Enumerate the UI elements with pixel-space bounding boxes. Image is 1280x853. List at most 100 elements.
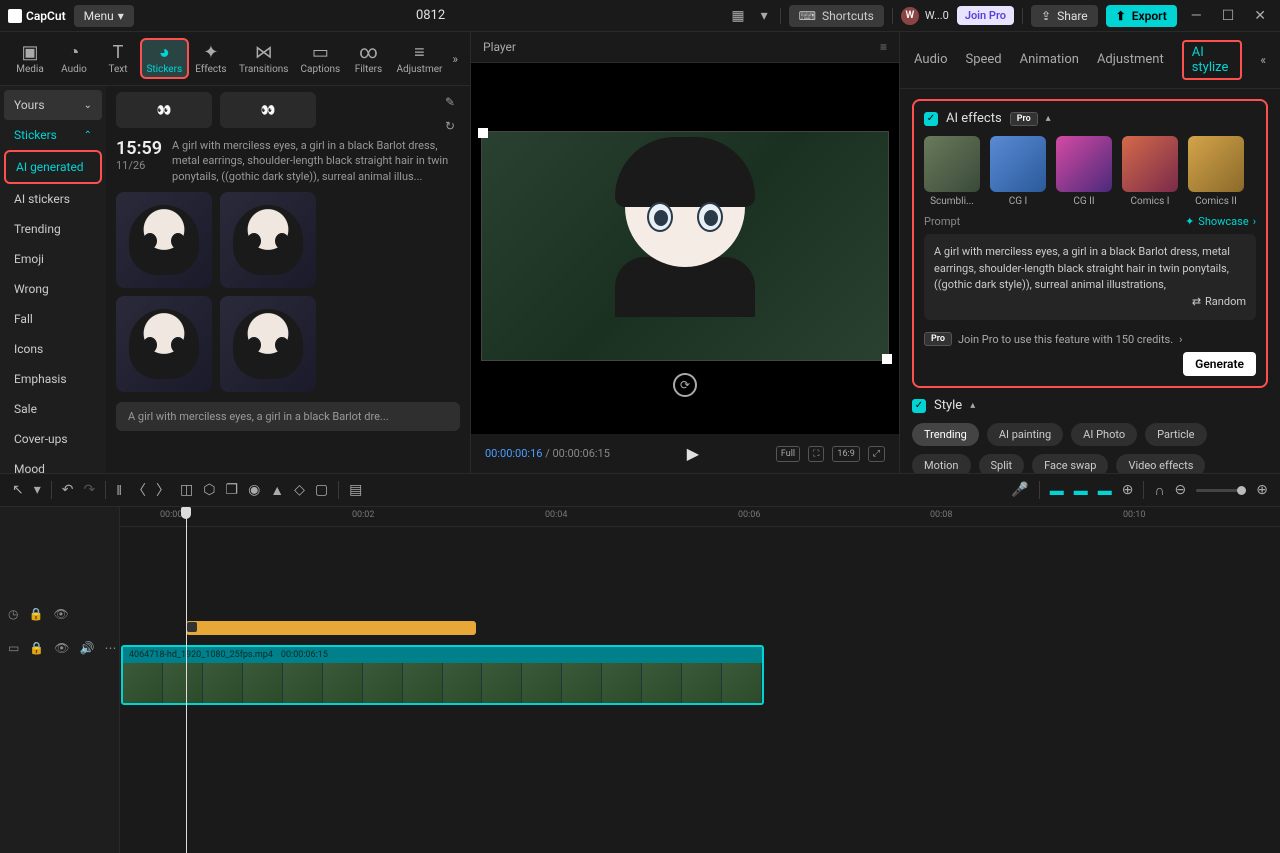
join-pro-button[interactable]: Join Pro	[957, 6, 1014, 25]
split-icon[interactable]: ‖	[116, 482, 122, 499]
tab-animation[interactable]: Animation	[1020, 52, 1079, 69]
mirror-icon[interactable]: ▲	[270, 482, 284, 499]
shield-icon[interactable]: ⬡	[203, 482, 215, 498]
random-button[interactable]: ⇄ Random	[934, 294, 1246, 311]
chip-motion[interactable]: Motion	[912, 454, 971, 473]
link-icon[interactable]: ⊕	[1122, 482, 1134, 498]
lock-icon[interactable]: 🔒	[28, 607, 43, 621]
track-mode-2-icon[interactable]: ▬	[1074, 482, 1088, 499]
more-tools-arrow[interactable]: »	[448, 52, 462, 66]
tool-stickers[interactable]: ◕Stickers	[140, 38, 189, 79]
zoom-slider[interactable]	[1196, 489, 1246, 492]
crop-icon[interactable]: ◫	[180, 482, 193, 498]
undo-icon[interactable]: ↶	[62, 482, 74, 498]
export-button[interactable]: ⬆Export	[1106, 5, 1177, 27]
close-button[interactable]: ✕	[1248, 4, 1272, 28]
cat-cover-ups[interactable]: Cover-ups	[4, 424, 102, 454]
speaker-icon[interactable]: 🔊	[80, 641, 95, 655]
rotate-icon[interactable]: ⟳	[673, 373, 697, 397]
preview-eyes-1[interactable]: 👀	[116, 92, 212, 128]
thumb-3[interactable]	[116, 296, 212, 392]
record-icon[interactable]: ◉	[248, 482, 260, 498]
tab-adjustment[interactable]: Adjustment	[1097, 52, 1164, 69]
eye-icon[interactable]: 👁	[54, 641, 69, 655]
tab-speed[interactable]: Speed	[965, 52, 1001, 69]
user-badge[interactable]: W W...0	[901, 7, 949, 25]
audio-clip[interactable]	[186, 621, 476, 635]
rotate-icon[interactable]: ◇	[294, 482, 305, 498]
timeline-ruler[interactable]: 00:00 00:02 00:04 00:06 00:08 00:10	[120, 507, 1280, 527]
track-mode-1-icon[interactable]: ▬	[1050, 482, 1064, 499]
tool-text[interactable]: TText	[96, 38, 140, 79]
refresh-icon[interactable]: ↻	[468, 316, 470, 336]
chip-video-effects[interactable]: Video effects	[1116, 454, 1205, 473]
style-comics1[interactable]: Comics I	[1122, 136, 1178, 207]
cat-sale[interactable]: Sale	[4, 394, 102, 424]
zoom-out-icon[interactable]: ⊖	[1175, 482, 1187, 498]
voiceover-icon[interactable]: ▤	[349, 482, 362, 498]
chip-particle[interactable]: Particle	[1145, 423, 1206, 446]
thumb-4[interactable]	[220, 296, 316, 392]
prompt-chip[interactable]: A girl with merciless eyes, a girl in a …	[116, 402, 460, 431]
style-cg1[interactable]: CG I	[990, 136, 1046, 207]
cat-emphasis[interactable]: Emphasis	[4, 364, 102, 394]
thumb-1[interactable]	[116, 192, 212, 288]
trim-left-icon[interactable]: 〈	[132, 480, 146, 500]
crop-icon[interactable]: ⛶	[808, 446, 824, 462]
mic-icon[interactable]: 🎤	[1011, 482, 1028, 498]
tool-captions[interactable]: ▭Captions	[294, 38, 346, 79]
chevron-down-icon[interactable]: ▾	[757, 4, 772, 28]
collapse-icon[interactable]: «	[1260, 53, 1266, 67]
cat-stickers[interactable]: Stickers⌃	[4, 120, 102, 150]
chip-trending[interactable]: Trending	[912, 423, 979, 446]
tool-filters[interactable]: ∞Filters	[346, 38, 390, 79]
tool-audio[interactable]: ◔Audio	[52, 38, 96, 79]
ratio-button[interactable]: 16:9	[832, 446, 859, 462]
cat-icons[interactable]: Icons	[4, 334, 102, 364]
playhead[interactable]	[186, 507, 187, 853]
maximize-button[interactable]: ☐	[1216, 4, 1241, 28]
chevron-up-icon[interactable]: ▴	[970, 400, 975, 411]
chip-split[interactable]: Split	[979, 454, 1025, 473]
share-button[interactable]: ⇪Share	[1031, 5, 1098, 27]
chevron-down-icon[interactable]: ▾	[34, 482, 41, 498]
video-canvas[interactable]	[481, 131, 889, 361]
style-scumbli[interactable]: Scumbli...	[924, 136, 980, 207]
preview-eyes-2[interactable]: 👀	[220, 92, 316, 128]
cat-ai-generated[interactable]: AI generated	[4, 150, 102, 184]
trim-right-icon[interactable]: 〉	[156, 480, 170, 500]
style-comics2[interactable]: Comics II	[1188, 136, 1244, 207]
generate-button[interactable]: Generate	[1183, 352, 1256, 376]
eye-icon[interactable]: 👁	[53, 607, 68, 621]
tool-effects[interactable]: ✦Effects	[189, 38, 234, 79]
clock-icon[interactable]: ◷	[8, 607, 18, 621]
style-checkbox[interactable]: ✓	[912, 399, 926, 413]
expand-icon[interactable]: ⤢	[868, 446, 885, 462]
tool-transitions[interactable]: ⋈Transitions	[233, 38, 294, 79]
cat-mood[interactable]: Mood	[4, 454, 102, 473]
lock-icon[interactable]: 🔒	[29, 641, 44, 655]
cat-fall[interactable]: Fall	[4, 304, 102, 334]
copy-icon[interactable]: ❐	[226, 482, 239, 498]
prompt-textarea[interactable]: A girl with merciless eyes, a girl in a …	[924, 234, 1256, 320]
play-button[interactable]: ▶	[687, 444, 699, 463]
cat-ai-stickers[interactable]: AI stickers	[4, 184, 102, 214]
video-clip[interactable]: 4064718-hd_1920_1080_25fps.mp4 00:00:06:…	[121, 645, 764, 705]
join-pro-message[interactable]: Pro Join Pro to use this feature with 15…	[924, 326, 1256, 352]
minimize-button[interactable]: —	[1185, 4, 1208, 28]
chip-ai-painting[interactable]: AI painting	[987, 423, 1063, 446]
cursor-icon[interactable]: ↖	[12, 482, 24, 498]
track-mode-3-icon[interactable]: ▬	[1098, 482, 1112, 499]
showcase-link[interactable]: ✦ Showcase ›	[1185, 215, 1256, 228]
redo-icon[interactable]: ↷	[84, 482, 96, 498]
style-cg2[interactable]: CG II	[1056, 136, 1112, 207]
chip-ai-photo[interactable]: AI Photo	[1071, 423, 1137, 446]
tool-adjustment[interactable]: ≡Adjustmer	[390, 38, 448, 79]
cat-wrong[interactable]: Wrong	[4, 274, 102, 304]
chevron-up-icon[interactable]: ▴	[1046, 113, 1051, 124]
thumb-2[interactable]	[220, 192, 316, 288]
ai-effects-checkbox[interactable]: ✓	[924, 112, 938, 126]
full-button[interactable]: Full	[776, 446, 800, 462]
zoom-in-icon[interactable]: ⊕	[1256, 482, 1268, 498]
freeze-icon[interactable]: ▢	[315, 482, 328, 498]
